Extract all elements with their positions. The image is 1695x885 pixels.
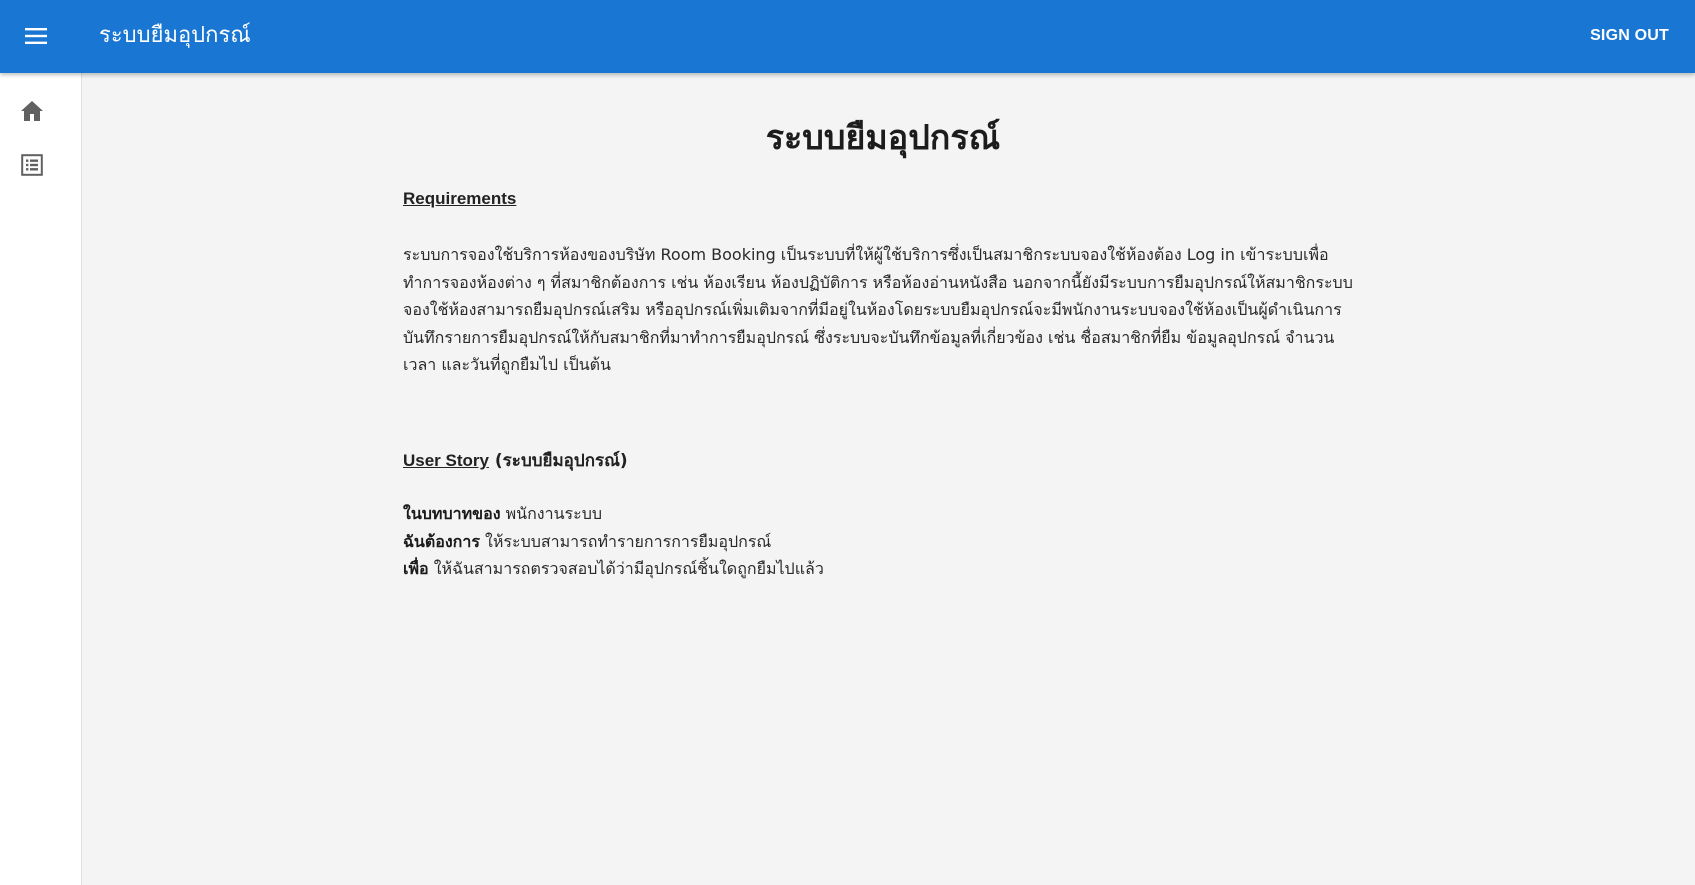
user-story-subtitle: (ระบบยืมอุปกรณ์) [494,451,628,471]
story-so-label: เพื่อ [403,559,429,578]
story-so-value: ให้ฉันสามารถตรวจสอบได้ว่ามีอุปกรณ์ชิ้นใด… [433,559,824,578]
requirements-heading: Requirements [403,189,517,208]
requirements-text: ระบบการจองใช้บริการห้องของบริษัท Room Bo… [403,245,1353,374]
page-title: ระบบยืมอุปกรณ์ [765,118,1001,158]
sidebar [0,73,82,885]
story-so-line: เพื่อ ให้ฉันสามารถตรวจสอบได้ว่ามีอุปกรณ์… [403,555,824,583]
user-story-heading: User Story (ระบบยืมอุปกรณ์) [403,447,628,474]
home-icon [21,101,43,121]
story-role-line: ในบทบาทของ พนักงานระบบ [403,500,824,528]
user-story-body: ในบทบาทของ พนักงานระบบ ฉันต้องการ ให้ระบ… [403,500,824,583]
list-icon [21,154,43,176]
story-want-line: ฉันต้องการ ให้ระบบสามารถทำรายการการยืมอุ… [403,528,824,556]
app-title: ระบบยืมอุปกรณ์ [99,23,251,48]
sidebar-item-list[interactable] [17,150,47,180]
story-role-value: พนักงานระบบ [505,504,602,523]
story-want-label: ฉันต้องการ [403,531,480,551]
menu-button[interactable] [14,16,58,56]
story-role-label: ในบทบาทของ [403,504,501,523]
story-want-value: ให้ระบบสามารถทำรายการการยืมอุปกรณ์ [485,531,772,551]
app-bar: ระบบยืมอุปกรณ์ SIGN OUT [0,0,1695,73]
menu-icon [25,28,47,44]
sign-out-button[interactable]: SIGN OUT [1590,22,1669,50]
user-story-title: User Story [403,451,489,470]
sidebar-item-home[interactable] [17,96,47,126]
